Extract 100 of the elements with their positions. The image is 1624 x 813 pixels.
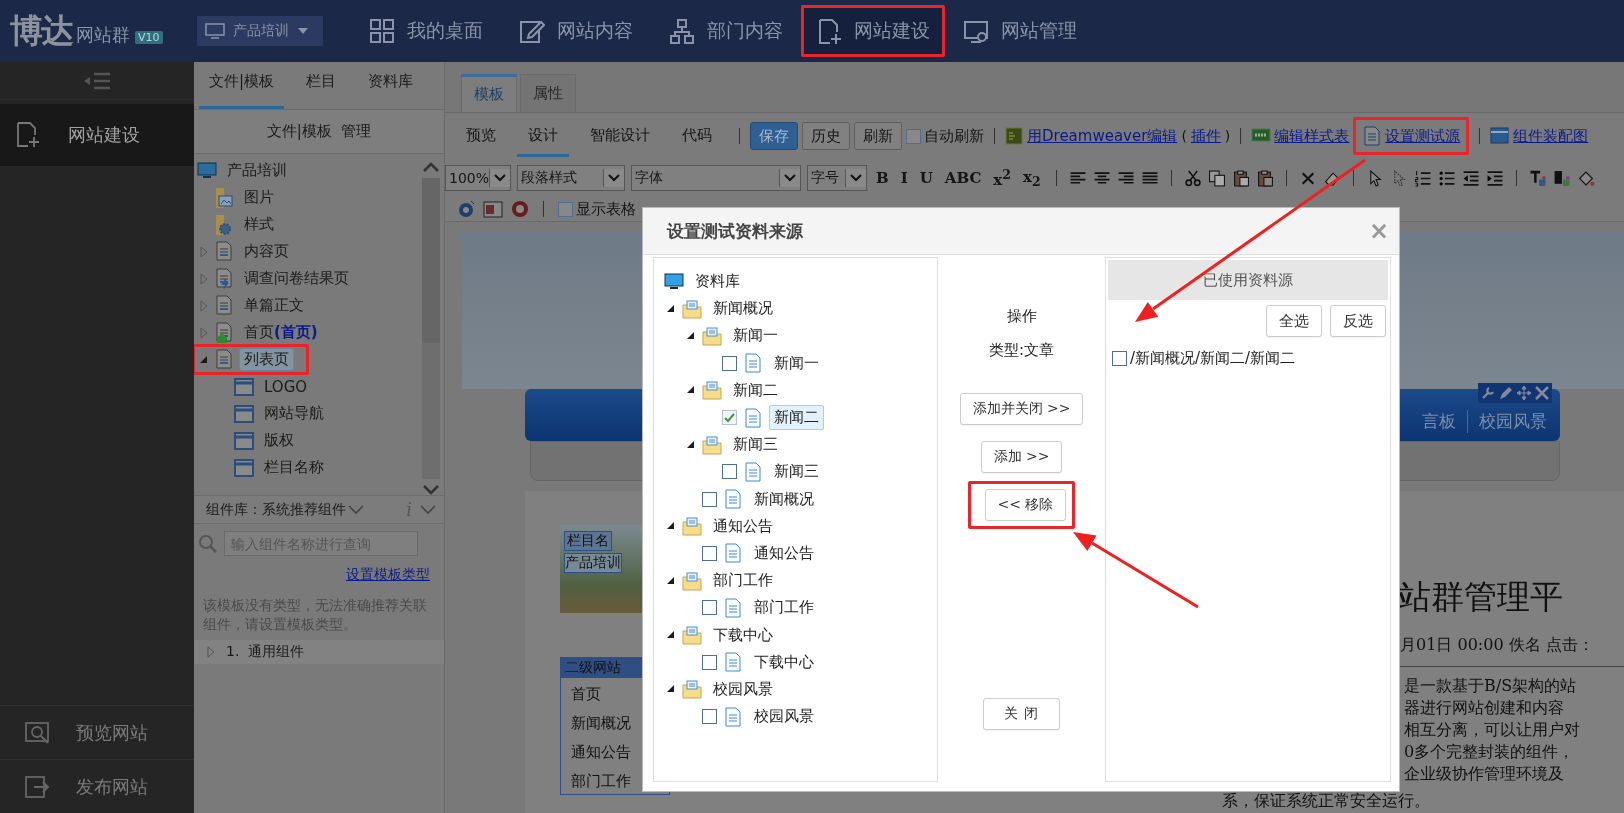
bullet-list-icon[interactable]: [1437, 169, 1456, 187]
tree-item[interactable]: 列表页: [239, 348, 294, 371]
paint-bucket-icon[interactable]: [1576, 169, 1595, 187]
tree-item[interactable]: 样式: [239, 213, 279, 236]
tree-item[interactable]: 通知公告: [708, 513, 778, 539]
banner-nav-item[interactable]: 言板: [1411, 410, 1467, 433]
view-mode-tab[interactable]: 设计: [517, 115, 569, 157]
tree-item[interactable]: 版权: [259, 429, 299, 452]
tree-item[interactable]: 首页(首页): [239, 321, 323, 344]
tree-item[interactable]: 下载中心: [708, 622, 778, 648]
paste-icon[interactable]: [1231, 169, 1250, 187]
checkbox[interactable]: [702, 709, 717, 725]
select-button[interactable]: 全选: [1266, 305, 1322, 337]
copy-icon[interactable]: [1207, 169, 1226, 187]
paragraph-style-select[interactable]: 段落样式: [517, 165, 625, 191]
action-button[interactable]: 添加并关闭 >>: [959, 393, 1084, 425]
view-mode-tab[interactable]: 代码: [671, 115, 723, 157]
toolbar-link[interactable]: 编辑样式表: [1274, 126, 1350, 146]
text-color-icon[interactable]: [1528, 169, 1547, 187]
zoom-select[interactable]: 100%: [445, 165, 511, 191]
nav-item[interactable]: 我的桌面: [350, 4, 501, 58]
view-mode-tab[interactable]: 预览: [455, 115, 507, 157]
toolbar-link[interactable]: 设置测试源: [1385, 126, 1461, 146]
close-icon[interactable]: [1534, 385, 1550, 401]
checkbox[interactable]: [702, 545, 717, 561]
plugin-link[interactable]: 插件: [1190, 126, 1221, 146]
panel-tab[interactable]: 资料库: [358, 62, 424, 109]
justify-icon[interactable]: [1140, 169, 1159, 187]
tree-item[interactable]: 调查问卷结果页: [239, 267, 354, 290]
checkbox[interactable]: [722, 464, 737, 480]
tree-item[interactable]: 校园风景: [749, 704, 819, 730]
tree-item[interactable]: 部门工作: [708, 568, 778, 594]
tree-item[interactable]: 产品培训: [222, 159, 292, 182]
format-button[interactable]: I: [897, 169, 911, 187]
tree-item[interactable]: 新闻二: [728, 377, 783, 403]
font-size-select[interactable]: 字号: [807, 165, 867, 191]
format-button[interactable]: x$_{2}$: [1020, 167, 1044, 189]
tree-item[interactable]: 新闻概况: [708, 296, 778, 322]
toolbar-button[interactable]: 历史: [802, 122, 850, 150]
numbered-list-icon[interactable]: [1413, 169, 1432, 187]
format-button[interactable]: B: [873, 169, 892, 187]
tree-item[interactable]: 下载中心: [749, 649, 819, 675]
toolbar-link[interactable]: 组件装配图: [1513, 126, 1589, 146]
tree-item[interactable]: 栏目名称: [259, 456, 329, 479]
action-button[interactable]: << 移除: [984, 489, 1067, 521]
checkbox[interactable]: [702, 491, 717, 507]
align-left-icon[interactable]: [1068, 169, 1087, 187]
view-mode-tab[interactable]: 智能设计: [579, 115, 661, 157]
checkbox[interactable]: [702, 654, 717, 670]
toolbar-button[interactable]: 刷新: [854, 122, 902, 150]
close-button[interactable]: ×: [1368, 217, 1389, 245]
checkbox[interactable]: [702, 600, 717, 616]
tree-item[interactable]: LOGO: [259, 375, 313, 398]
action-button[interactable]: 关 闭: [982, 698, 1061, 730]
tree-item[interactable]: 新闻二: [769, 405, 824, 431]
tree-item[interactable]: 资料库: [690, 269, 745, 295]
tree-item[interactable]: 新闻三: [728, 432, 783, 458]
checkbox[interactable]: [1112, 351, 1127, 366]
tree-item[interactable]: 新闻三: [769, 459, 824, 485]
nav-item[interactable]: 部门内容: [650, 4, 801, 58]
nav-item[interactable]: 网站建设: [803, 8, 942, 54]
wrench-icon[interactable]: [1480, 385, 1496, 401]
toolbar-button[interactable]: 保存: [750, 122, 798, 150]
font-select[interactable]: 字体: [631, 165, 801, 191]
editor-tab[interactable]: 属性: [520, 74, 576, 112]
tree-item[interactable]: 单篇正文: [239, 294, 309, 317]
format-button[interactable]: x$^{2}$: [990, 167, 1014, 189]
tree-item[interactable]: 图片: [239, 186, 279, 209]
dreamweaver-link[interactable]: 用Dreamweaver编辑: [1027, 126, 1178, 146]
nav-item[interactable]: 网站内容: [500, 4, 651, 58]
align-center-icon[interactable]: [1092, 169, 1111, 187]
format-button[interactable]: U: [916, 169, 936, 187]
nav-item[interactable]: 网站管理: [944, 4, 1095, 58]
template-type-link[interactable]: 设置模板类型: [346, 566, 430, 582]
background-color-icon[interactable]: [1552, 169, 1571, 187]
format-button[interactable]: ABC: [941, 169, 985, 187]
indent-icon[interactable]: [1485, 169, 1504, 187]
pencil-icon[interactable]: [1498, 385, 1514, 401]
scissors-icon[interactable]: [1183, 169, 1202, 187]
tree-item[interactable]: 新闻概况: [749, 486, 819, 512]
outdent-icon[interactable]: [1461, 169, 1480, 187]
align-right-icon[interactable]: [1116, 169, 1135, 187]
editor-tab[interactable]: 模板: [461, 74, 517, 112]
checkbox[interactable]: [722, 410, 737, 426]
paste-icon[interactable]: [1255, 169, 1274, 187]
checkbox[interactable]: [722, 355, 737, 371]
tree-item[interactable]: 内容页: [239, 240, 294, 263]
tree-item[interactable]: 新闻一: [769, 350, 824, 376]
select-button[interactable]: 反选: [1330, 305, 1386, 337]
tree-item[interactable]: 通知公告: [749, 540, 819, 566]
panel-tab[interactable]: 栏目: [296, 62, 347, 109]
tree-item[interactable]: 新闻一: [728, 323, 783, 349]
checkbox[interactable]: [906, 128, 921, 144]
banner-nav-item[interactable]: 校园风景: [1467, 410, 1558, 433]
move-icon[interactable]: [1516, 385, 1532, 401]
tree-item[interactable]: 校园风景: [708, 676, 778, 702]
tree-item[interactable]: 网站导航: [259, 402, 329, 425]
action-button[interactable]: 添加 >>: [980, 441, 1063, 473]
checkbox[interactable]: [558, 201, 573, 217]
sidebar-item[interactable]: 网站建设: [0, 104, 194, 166]
